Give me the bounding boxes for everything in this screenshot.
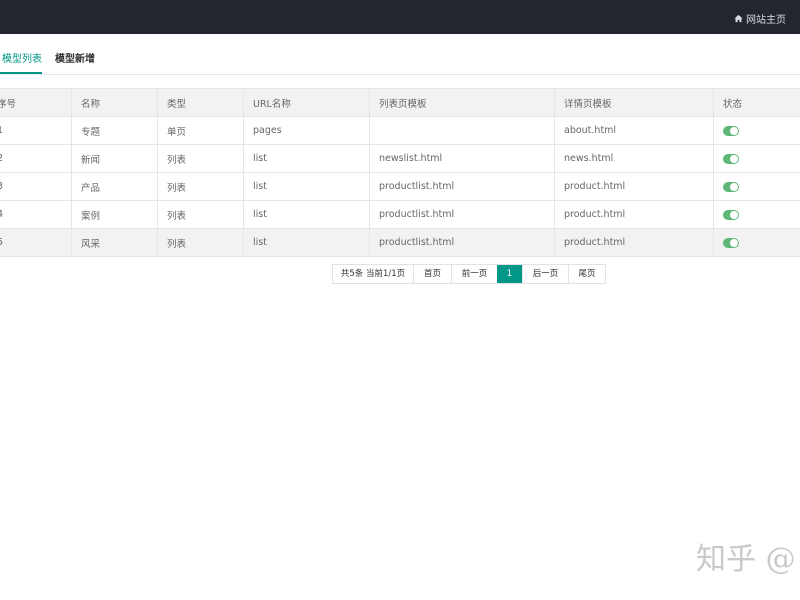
home-link[interactable]: 网站主页 (734, 11, 786, 26)
cell-name: 专题 (71, 117, 157, 144)
cell-status (713, 201, 800, 228)
top-header: 网站主页 (0, 0, 800, 34)
cell-list-template (369, 117, 554, 144)
cell-name: 案例 (71, 201, 157, 228)
cell-name: 产品 (71, 173, 157, 200)
last-page-button[interactable]: 尾页 (568, 265, 605, 283)
cell-list-template: productlist.html (369, 201, 554, 228)
column-header: 状态 (713, 89, 800, 116)
cell-id: 2 (0, 153, 4, 164)
first-page-button[interactable]: 首页 (413, 265, 451, 283)
status-toggle[interactable] (723, 153, 739, 164)
cell-url: list (243, 201, 369, 228)
cell-detail-template: product.html (554, 229, 713, 256)
status-toggle[interactable] (723, 209, 739, 220)
pagination-summary: 共5条 当前1/1页 (340, 269, 406, 279)
home-icon (734, 14, 743, 23)
cell-status (713, 145, 800, 172)
table-row[interactable]: 2 新闻 列表 list newslist.html news.html (0, 145, 800, 173)
column-header: 类型 (157, 89, 243, 116)
table-row[interactable]: 3 产品 列表 list productlist.html product.ht… (0, 173, 800, 201)
cell-list-template: productlist.html (369, 173, 554, 200)
cell-type: 列表 (157, 229, 243, 256)
column-header: URL名称 (243, 89, 369, 116)
current-page-button[interactable]: 1 (497, 265, 522, 283)
cell-detail-template: product.html (554, 201, 713, 228)
cell-detail-template: about.html (554, 117, 713, 144)
cell-name: 新闻 (71, 145, 157, 172)
prev-page-button[interactable]: 前一页 (451, 265, 497, 283)
cell-status (713, 173, 800, 200)
cell-type: 列表 (157, 201, 243, 228)
status-toggle[interactable] (723, 237, 739, 248)
tab-model-list[interactable]: 模型列表 (0, 48, 42, 74)
cell-detail-template: news.html (554, 145, 713, 172)
status-toggle[interactable] (723, 181, 739, 192)
model-table: 序号 名称 类型 URL名称 列表页模板 详情页模板 状态 1 专题 单页 pa… (0, 88, 800, 258)
cell-list-template: newslist.html (369, 145, 554, 172)
pagination: 共5条 当前1/1页 首页 前一页 1 后一页 尾页 (332, 264, 606, 284)
column-header: 详情页模板 (554, 89, 713, 116)
table-row[interactable]: 1 专题 单页 pages about.html (0, 117, 800, 145)
cell-type: 列表 (157, 145, 243, 172)
cell-id: 5 (0, 237, 4, 248)
cell-detail-template: product.html (554, 173, 713, 200)
column-header: 序号 (0, 98, 17, 110)
cell-url: pages (243, 117, 369, 144)
cell-list-template: productlist.html (369, 229, 554, 256)
cell-status (713, 117, 800, 144)
tab-model-add[interactable]: 模型新增 (55, 48, 95, 74)
watermark: 知乎 @ (696, 542, 796, 577)
table-row[interactable]: 5 风采 列表 list productlist.html product.ht… (0, 229, 800, 257)
cell-status (713, 229, 800, 256)
table-header-row: 序号 名称 类型 URL名称 列表页模板 详情页模板 状态 (0, 89, 800, 117)
cell-url: list (243, 173, 369, 200)
home-link-label: 网站主页 (746, 15, 786, 26)
cell-id: 1 (0, 125, 4, 136)
cell-id: 4 (0, 209, 4, 220)
status-toggle[interactable] (723, 125, 739, 136)
tab-bar: 模型列表 模型新增 (0, 48, 800, 75)
cell-url: list (243, 145, 369, 172)
column-header: 列表页模板 (369, 89, 554, 116)
cell-id: 3 (0, 181, 4, 192)
cell-name: 风采 (71, 229, 157, 256)
cell-type: 单页 (157, 117, 243, 144)
cell-type: 列表 (157, 173, 243, 200)
column-header: 名称 (71, 89, 157, 116)
cell-url: list (243, 229, 369, 256)
next-page-button[interactable]: 后一页 (522, 265, 568, 283)
table-row[interactable]: 4 案例 列表 list productlist.html product.ht… (0, 201, 800, 229)
